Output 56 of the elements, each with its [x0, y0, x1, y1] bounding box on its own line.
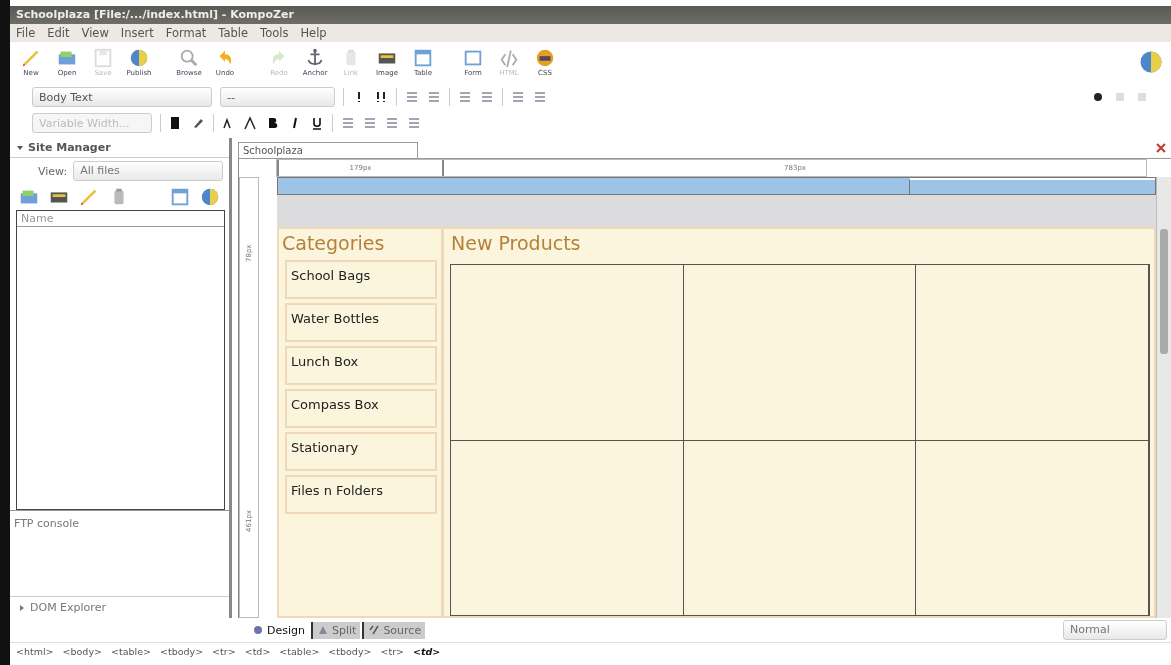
panel-title[interactable]: Site Manager	[28, 141, 111, 154]
view-mode-tab[interactable]: Design	[248, 621, 309, 639]
collapse-caret-icon[interactable]	[16, 143, 24, 152]
view-label: View:	[38, 164, 68, 178]
code-icon	[368, 624, 381, 636]
tag-path-item[interactable]: <table>	[279, 646, 320, 662]
panel-title: FTP console	[14, 517, 80, 530]
eye-icon	[252, 624, 264, 636]
tag-path-item[interactable]: <html>	[16, 646, 54, 662]
css-badge-icon	[534, 47, 556, 69]
globe-icon	[199, 186, 221, 208]
category-item[interactable]: Stationary	[285, 432, 437, 471]
window-title: Schoolplaza [File:/.../index.html] - KompoZer	[16, 8, 294, 21]
search-icon	[178, 47, 200, 69]
menu-item[interactable]: Help	[300, 26, 327, 40]
class-select[interactable]: --	[220, 87, 335, 107]
expand-caret-icon[interactable]	[18, 603, 26, 612]
category-item[interactable]: Files n Folders	[285, 475, 437, 514]
document-tab[interactable]: Schoolplaza	[238, 142, 418, 158]
tag-path-item[interactable]: <tr>	[380, 646, 405, 662]
globe-icon	[128, 47, 150, 69]
table-icon	[412, 47, 434, 69]
category-item[interactable]: Compass Box	[285, 389, 437, 428]
menu-item[interactable]: Table	[218, 26, 249, 40]
view-select[interactable]: All files	[73, 161, 223, 181]
menu-item[interactable]: Edit	[47, 26, 70, 40]
tag-path-item[interactable]: <tbody>	[159, 646, 204, 662]
category-item[interactable]: Lunch Box	[285, 346, 437, 385]
view-mode-tab[interactable]: Source	[362, 621, 426, 639]
tag-path-item[interactable]: <table>	[111, 646, 151, 662]
close-icon[interactable]	[1155, 142, 1167, 154]
paragraph-format-select[interactable]: Body Text	[32, 87, 212, 107]
tag-path-item[interactable]: <body>	[62, 646, 102, 662]
tag-path-item[interactable]: <td>	[413, 646, 441, 662]
underline-icon[interactable]	[310, 116, 324, 130]
menu-item[interactable]: Format	[165, 26, 207, 40]
scrollbar-thumb[interactable]	[1160, 229, 1168, 354]
tag-path-item[interactable]: <tr>	[212, 646, 236, 662]
menu-item[interactable]: File	[16, 26, 36, 40]
section-heading: Categories	[281, 231, 386, 256]
panel-title[interactable]: DOM Explorer	[30, 601, 106, 614]
tag-path-item[interactable]: <tbody>	[328, 646, 372, 662]
menu-item[interactable]: View	[81, 26, 109, 40]
table-icon	[169, 186, 191, 208]
category-item[interactable]: Water Bottles	[285, 303, 437, 342]
view-mode-tab[interactable]: Split	[311, 621, 361, 639]
split-icon	[317, 624, 329, 636]
category-item[interactable]: School Bags	[285, 260, 437, 299]
tag-path-item[interactable]: <td>	[244, 646, 271, 662]
section-heading: New Products	[450, 231, 582, 256]
double-exclamation-icon[interactable]	[374, 90, 388, 104]
menu-item[interactable]: Tools	[260, 26, 289, 40]
bold-icon[interactable]	[266, 116, 280, 130]
highlight-pen-icon[interactable]	[191, 116, 205, 130]
zoom-select[interactable]: Normal	[1063, 620, 1167, 640]
menu-item[interactable]: Insert	[120, 26, 154, 40]
